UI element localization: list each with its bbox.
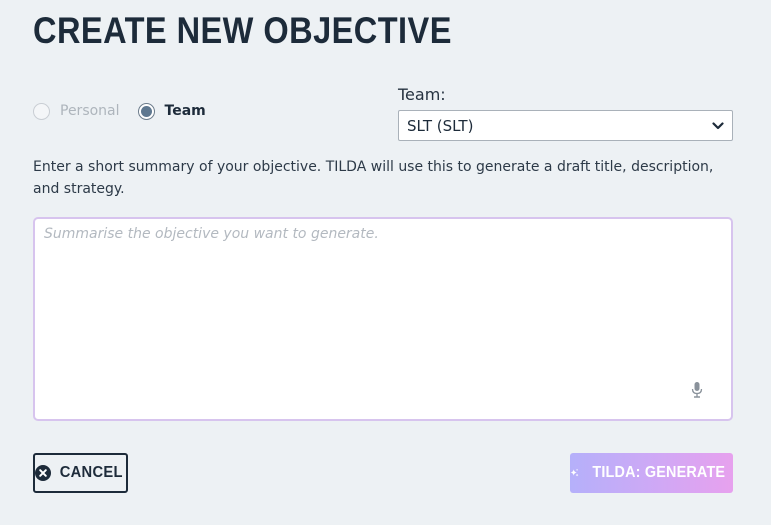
team-radio-label: Team xyxy=(164,103,206,119)
page-title: CREATE NEW OBJECTIVE xyxy=(33,10,452,51)
team-select[interactable]: SLT (SLT) xyxy=(398,110,733,141)
owner-type-radio-group: Personal Team xyxy=(33,100,206,122)
objective-summary-textarea[interactable]: Summarise the objective you want to gene… xyxy=(33,217,733,421)
personal-radio-option[interactable]: Personal xyxy=(33,102,120,120)
cancel-button-label: CANCEL xyxy=(60,464,123,481)
team-radio-button[interactable] xyxy=(137,102,155,120)
personal-radio-label: Personal xyxy=(60,103,120,119)
tilda-generate-button[interactable]: TILDA: GENERATE xyxy=(570,453,733,493)
team-select-value: SLT (SLT) xyxy=(407,116,474,135)
cancel-button[interactable]: CANCEL xyxy=(33,453,128,493)
close-circle-icon xyxy=(35,465,52,481)
create-objective-page: CREATE NEW OBJECTIVE Personal Team Team:… xyxy=(0,0,771,525)
personal-radio-button[interactable] xyxy=(33,102,50,120)
microphone-icon[interactable] xyxy=(691,381,703,399)
objective-summary-placeholder: Summarise the objective you want to gene… xyxy=(44,226,379,242)
team-field-label: Team: xyxy=(398,85,446,104)
team-radio-option[interactable]: Team xyxy=(137,102,206,120)
chevron-down-icon xyxy=(712,121,724,129)
sparkle-icon xyxy=(570,468,579,477)
helper-text: Enter a short summary of your objective.… xyxy=(33,159,714,197)
tilda-generate-button-label: TILDA: GENERATE xyxy=(592,464,726,481)
